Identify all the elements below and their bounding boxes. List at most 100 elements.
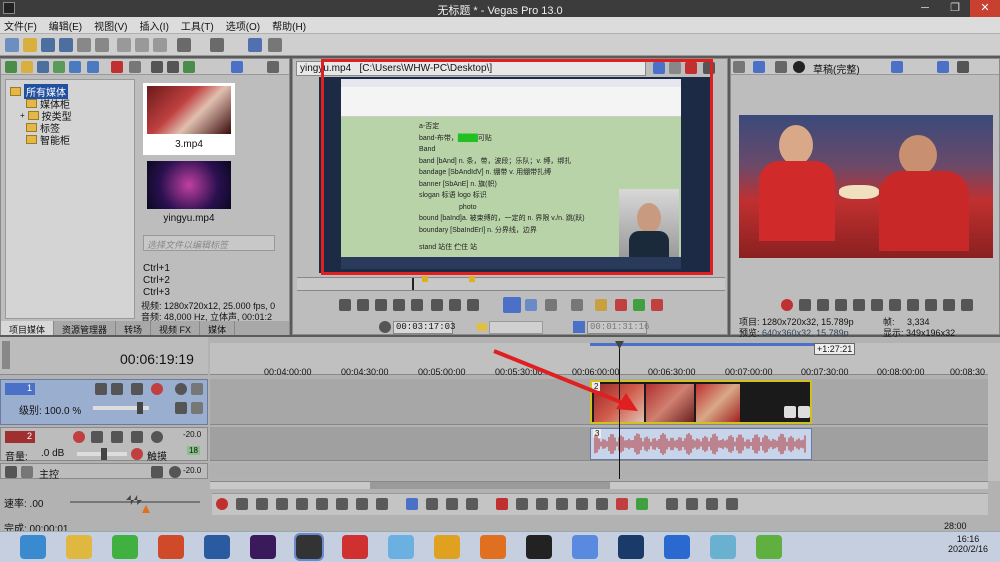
pan-mode[interactable]: 触摸 [147, 448, 167, 463]
photoshop-icon[interactable] [618, 535, 644, 559]
qq-browser-icon[interactable] [388, 535, 414, 559]
automation-icon[interactable] [131, 431, 143, 443]
wechat-icon[interactable] [112, 535, 138, 559]
edit-tool-icon[interactable] [406, 498, 418, 510]
powerpoint-icon[interactable] [158, 535, 184, 559]
fit-icon[interactable] [545, 299, 557, 311]
next-event-icon[interactable] [943, 299, 955, 311]
fx-icon[interactable] [151, 466, 163, 478]
marker-out[interactable] [469, 276, 475, 282]
loop-region-bar[interactable] [590, 343, 818, 346]
premiere-icon[interactable] [250, 535, 276, 559]
crossfade-icon[interactable] [726, 498, 738, 510]
record-icon[interactable] [781, 299, 793, 311]
insert-icon[interactable] [525, 299, 537, 311]
tree-item-smart-bins[interactable]: 智能柜 [26, 132, 70, 147]
tab-explorer[interactable]: 资源管理器 [54, 321, 117, 335]
timeline-hscrollbar[interactable] [210, 481, 988, 489]
auto-ripple-icon[interactable] [666, 498, 678, 510]
fx-icon[interactable] [798, 406, 810, 418]
record-arm-icon[interactable] [73, 431, 85, 443]
expand-icon[interactable]: + [20, 111, 25, 120]
remove-icon[interactable] [111, 61, 123, 73]
new-icon[interactable] [5, 38, 19, 52]
stop-icon[interactable] [316, 498, 328, 510]
timeline-vscrollbar[interactable] [988, 343, 1000, 481]
envelope-tool-icon[interactable] [426, 498, 438, 510]
pan-icon[interactable] [131, 448, 143, 460]
phase-icon[interactable] [91, 431, 103, 443]
marker-icon[interactable] [615, 299, 627, 311]
split-screen-icon[interactable] [793, 61, 805, 73]
import-media-icon[interactable] [21, 61, 33, 73]
tab-transitions[interactable]: 转场 [116, 321, 152, 335]
play-start-icon[interactable] [256, 498, 268, 510]
capture-icon[interactable] [37, 61, 49, 73]
menu-view[interactable]: 视图(V) [94, 18, 127, 33]
trimmer-scrub-bar[interactable] [297, 276, 725, 291]
menu-file[interactable]: 文件(F) [4, 18, 37, 33]
media-icon[interactable] [342, 535, 368, 559]
flag-icon[interactable] [633, 299, 645, 311]
menu-insert[interactable]: 插入(I) [139, 18, 168, 33]
copy-snapshot-icon[interactable] [937, 61, 949, 73]
next-frame-icon[interactable] [356, 498, 368, 510]
undo-icon[interactable] [177, 38, 191, 52]
next-frame-icon[interactable] [449, 299, 461, 311]
selection-tool-icon[interactable] [446, 498, 458, 510]
region-icon[interactable] [595, 299, 607, 311]
file-explorer-icon[interactable] [66, 535, 92, 559]
stop-icon[interactable] [167, 61, 179, 73]
loop-icon[interactable] [799, 299, 811, 311]
minimize-button[interactable]: ─ [910, 0, 940, 17]
save-as-icon[interactable] [59, 38, 73, 52]
web-icon[interactable] [69, 61, 81, 73]
up-folder-icon[interactable] [5, 61, 17, 73]
marker-in[interactable] [422, 276, 428, 282]
menu-help[interactable]: 帮助(H) [272, 18, 306, 33]
stop-icon[interactable] [411, 299, 423, 311]
trim-start-icon[interactable] [536, 498, 548, 510]
stop-icon[interactable] [871, 299, 883, 311]
redo-icon[interactable] [210, 38, 224, 52]
record-icon[interactable] [216, 498, 228, 510]
render-icon[interactable] [95, 38, 109, 52]
fx-icon[interactable] [111, 431, 123, 443]
prev-event-icon[interactable] [925, 299, 937, 311]
menu-edit[interactable]: 编辑(E) [49, 18, 82, 33]
prev-frame-icon[interactable] [336, 498, 348, 510]
wps-icon[interactable] [664, 535, 690, 559]
properties-icon[interactable] [733, 61, 745, 73]
timeline-current-time[interactable]: 00:06:19:19 [120, 351, 194, 367]
prev-frame-icon[interactable] [431, 299, 443, 311]
lock-icon[interactable] [191, 402, 203, 414]
trimmer-time-in[interactable]: 00:03:17:03 [393, 321, 455, 334]
properties-icon[interactable] [129, 61, 141, 73]
external-monitor-icon[interactable] [753, 61, 765, 73]
volume-slider[interactable] [77, 448, 127, 460]
motion-icon[interactable] [95, 383, 107, 395]
save-snapshot-icon[interactable] [957, 61, 969, 73]
trim-icon[interactable] [516, 498, 528, 510]
notes-icon[interactable] [756, 535, 782, 559]
properties-icon[interactable] [77, 38, 91, 52]
views-icon[interactable] [231, 61, 243, 73]
maximize-button[interactable]: ❐ [940, 0, 970, 17]
help-pointer-icon[interactable] [268, 38, 282, 52]
feishu-icon[interactable] [572, 535, 598, 559]
fx-icon[interactable] [131, 383, 143, 395]
pause-icon[interactable] [296, 498, 308, 510]
zoom-icon[interactable] [267, 61, 279, 73]
loop-icon[interactable] [339, 299, 351, 311]
media-item-yingyu-thumb[interactable] [147, 161, 231, 209]
qq-icon[interactable] [526, 535, 552, 559]
stream-icon[interactable] [710, 535, 736, 559]
search-icon[interactable] [87, 61, 99, 73]
split-icon[interactable] [576, 498, 588, 510]
marker-icon[interactable] [616, 498, 628, 510]
composite-icon[interactable] [111, 383, 123, 395]
zoom-in-icon[interactable] [571, 299, 583, 311]
automation-icon[interactable] [175, 402, 187, 414]
lock-icon[interactable] [596, 498, 608, 510]
track-header-master[interactable]: 主控 -20.0 [0, 463, 208, 481]
